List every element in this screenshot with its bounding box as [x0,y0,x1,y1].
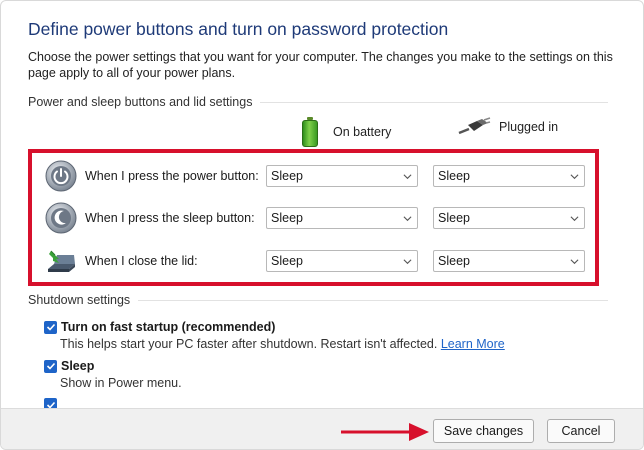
plug-icon [457,117,491,137]
fast-startup-label[interactable]: Turn on fast startup (recommended) [61,320,275,334]
battery-icon [301,117,319,147]
sleep-button-label: When I press the sleep button: [85,211,255,225]
on-battery-label: On battery [333,125,392,139]
fast-startup-checkbox[interactable] [44,320,57,334]
lid-close-row: When I close the lid: [45,244,198,278]
sleep-checkbox[interactable] [44,359,57,373]
sleep-button-on-battery-value: Sleep [271,211,303,225]
sleep-button-plugged-in-value: Sleep [438,211,470,225]
chevron-down-icon [403,258,412,264]
chevron-down-icon [403,215,412,221]
sleep-button-row: When I press the sleep button: [45,201,255,235]
power-button-icon [45,160,77,192]
sleep-button-plugged-in-select[interactable]: Sleep [433,207,585,229]
fast-startup-help: This helps start your PC faster after sh… [60,337,505,351]
sleep-button-icon [45,202,77,234]
learn-more-link[interactable]: Learn More [441,337,505,351]
page-title: Define power buttons and turn on passwor… [28,19,449,39]
lid-close-plugged-in-value: Sleep [438,254,470,268]
on-battery-column-header: On battery [301,117,391,147]
power-button-on-battery-select[interactable]: Sleep [266,165,418,187]
power-button-row: When I press the power button: [45,159,259,193]
chevron-down-icon [570,215,579,221]
fast-startup-help-text: This helps start your PC faster after sh… [60,337,438,351]
plugged-in-column-header: Plugged in [457,117,558,137]
chevron-down-icon [570,173,579,179]
sleep-help-text: Show in Power menu. [60,376,182,390]
red-arrow-annotation [341,423,429,441]
laptop-lid-icon [45,245,77,277]
section-divider [138,299,608,301]
lid-close-plugged-in-select[interactable]: Sleep [433,250,585,272]
cancel-button[interactable]: Cancel [547,419,615,443]
power-section-header-label: Power and sleep buttons and lid settings [28,95,253,109]
save-changes-button[interactable]: Save changes [433,419,534,443]
sleep-option: Sleep [44,359,94,373]
power-button-plugged-in-value: Sleep [438,169,470,183]
fast-startup-option: Turn on fast startup (recommended) [44,320,275,334]
chevron-down-icon [403,173,412,179]
power-button-label: When I press the power button: [85,169,259,183]
chevron-down-icon [570,258,579,264]
power-button-plugged-in-select[interactable]: Sleep [433,165,585,187]
lid-close-on-battery-select[interactable]: Sleep [266,250,418,272]
power-section-header: Power and sleep buttons and lid settings [28,95,608,109]
lid-close-on-battery-value: Sleep [271,254,303,268]
sleep-button-on-battery-select[interactable]: Sleep [266,207,418,229]
lid-close-label: When I close the lid: [85,254,198,268]
power-options-window: Define power buttons and turn on passwor… [0,0,644,450]
power-button-on-battery-value: Sleep [271,169,303,183]
plugged-in-label: Plugged in [499,120,559,134]
page-description: Choose the power settings that you want … [28,50,613,80]
sleep-label[interactable]: Sleep [61,359,94,373]
shutdown-section-header: Shutdown settings [28,293,608,307]
section-divider [260,101,608,103]
shutdown-section-header-label: Shutdown settings [28,293,131,307]
